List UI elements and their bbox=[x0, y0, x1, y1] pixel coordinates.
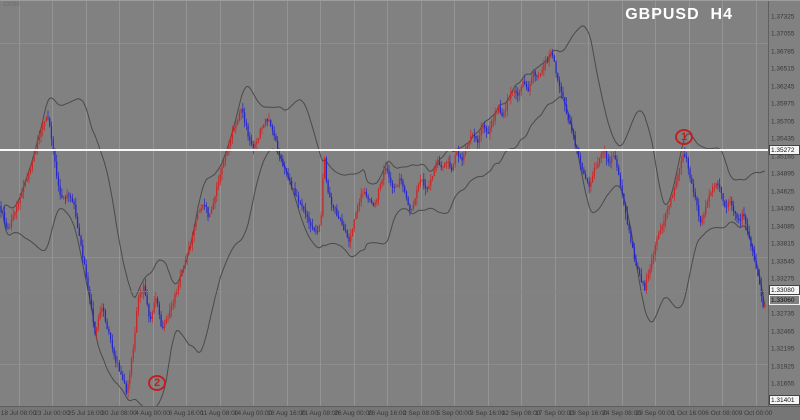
y-tick-label: 1.32195 bbox=[771, 346, 795, 353]
current-price-line bbox=[0, 291, 768, 292]
y-tick-label: 1.35705 bbox=[771, 118, 795, 125]
x-tick-label: 29 Sep 00:00 bbox=[636, 410, 675, 417]
y-tick-label: 1.33545 bbox=[771, 258, 795, 265]
y-tick-label: 1.37055 bbox=[771, 31, 795, 38]
y-tick-label: 1.34085 bbox=[771, 223, 795, 230]
y-tick-label: 1.31655 bbox=[771, 381, 795, 388]
y-tick-label: 1.36245 bbox=[771, 83, 795, 90]
chart-window: 1 2 23080 GBPUSD H4 1.37325 1.37055 1.36785… bbox=[0, 0, 800, 420]
x-tick-label: 25 Jul 16:00 bbox=[68, 410, 103, 417]
y-tick-label: 1.35435 bbox=[771, 136, 795, 143]
y-tick-label: 1.34895 bbox=[771, 171, 795, 178]
time-axis[interactable]: 18 Jul 08:0023 Jul 00:0025 Jul 16:0030 J… bbox=[0, 406, 800, 420]
x-tick-label: 18 Jul 08:00 bbox=[1, 410, 36, 417]
x-tick-label: 2 Sep 08:00 bbox=[403, 410, 438, 417]
y-tick-label: 1.32735 bbox=[771, 311, 795, 318]
x-tick-label: 1 Oct 16:00 bbox=[672, 410, 706, 417]
chart-canvas[interactable]: 1 2 23080 GBPUSD H4 bbox=[0, 1, 768, 406]
x-tick-label: 6 Oct 08:00 bbox=[705, 410, 739, 417]
circled-number-annotation: 2 bbox=[148, 375, 166, 391]
ask-price-tag: 1.33080 bbox=[769, 285, 800, 295]
y-tick-label: 1.34355 bbox=[771, 206, 795, 213]
price-axis[interactable]: 1.37325 1.37055 1.36785 1.36515 1.36245 1.359… bbox=[768, 1, 800, 406]
resistance-price-tag: 1.35272 bbox=[769, 145, 800, 155]
upper-bollinger-band bbox=[1, 26, 765, 298]
bid-price-tag: 1.33060 bbox=[769, 295, 800, 305]
circled-number-annotation: 1 bbox=[675, 129, 693, 145]
y-tick-label: 1.33275 bbox=[771, 276, 795, 283]
chart-watermark: 23080 bbox=[3, 2, 20, 8]
x-tick-label: 28 Aug 16:00 bbox=[368, 410, 406, 417]
y-tick-label: 1.34625 bbox=[771, 188, 795, 195]
x-tick-label: 30 Jul 08:00 bbox=[101, 410, 136, 417]
y-tick-label: 1.36785 bbox=[771, 48, 795, 55]
y-tick-label: 1.32465 bbox=[771, 328, 795, 335]
y-tick-label: 1.31925 bbox=[771, 363, 795, 370]
candlestick-plot bbox=[0, 1, 768, 406]
low-price-tag: 1.31401 bbox=[769, 395, 800, 405]
y-tick-label: 1.35975 bbox=[771, 101, 795, 108]
y-tick-label: 1.37325 bbox=[771, 13, 795, 20]
x-tick-label: 4 Aug 00:00 bbox=[135, 410, 170, 417]
candles-group bbox=[0, 49, 765, 398]
y-tick-label: 1.33815 bbox=[771, 241, 795, 248]
x-tick-label: 9 Sep 16:00 bbox=[470, 410, 505, 417]
x-tick-label: 6 Aug 16:00 bbox=[169, 410, 204, 417]
x-tick-label: 9 Oct 00:00 bbox=[739, 410, 773, 417]
x-tick-label: 11 Aug 08:00 bbox=[201, 410, 239, 417]
x-tick-label: 23 Jul 00:00 bbox=[34, 410, 69, 417]
symbol-title: GBPUSD H4 bbox=[625, 6, 733, 24]
y-tick-label: 1.36515 bbox=[771, 66, 795, 73]
x-tick-label: 5 Sep 00:00 bbox=[436, 410, 471, 417]
resistance-line[interactable] bbox=[0, 149, 768, 151]
